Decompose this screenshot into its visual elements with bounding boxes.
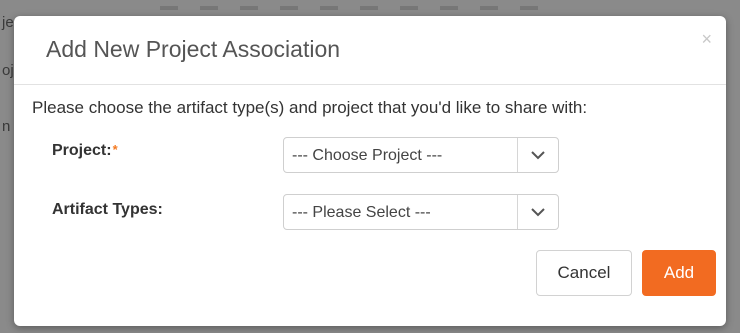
required-marker: *	[112, 142, 118, 157]
close-icon[interactable]: ×	[701, 30, 712, 48]
add-project-association-dialog: Add New Project Association × Please cho…	[14, 16, 726, 326]
chevron-down-icon[interactable]	[530, 148, 546, 162]
project-select[interactable]: --- Choose Project ---	[283, 137, 559, 173]
background-text: oj	[2, 62, 14, 79]
background-toolbar	[160, 6, 540, 10]
artifact-types-select[interactable]: --- Please Select ---	[283, 194, 559, 230]
dialog-title: Add New Project Association	[46, 36, 341, 62]
dialog-instructions: Please choose the artifact type(s) and p…	[32, 98, 588, 117]
cancel-button[interactable]: Cancel	[536, 250, 632, 296]
project-select-value: --- Choose Project ---	[292, 147, 443, 164]
select-divider	[517, 195, 518, 229]
artifact-types-label: Artifact Types:	[52, 201, 163, 218]
chevron-down-icon[interactable]	[530, 205, 546, 219]
background-text: je	[2, 14, 14, 31]
select-divider	[517, 138, 518, 172]
project-label-text: Project:	[52, 142, 112, 159]
artifact-types-select-value: --- Please Select ---	[292, 204, 431, 221]
project-label: Project:*	[52, 142, 118, 160]
background-text: n	[2, 118, 11, 135]
dialog-header: Add New Project Association ×	[14, 16, 726, 85]
add-button[interactable]: Add	[642, 250, 716, 296]
